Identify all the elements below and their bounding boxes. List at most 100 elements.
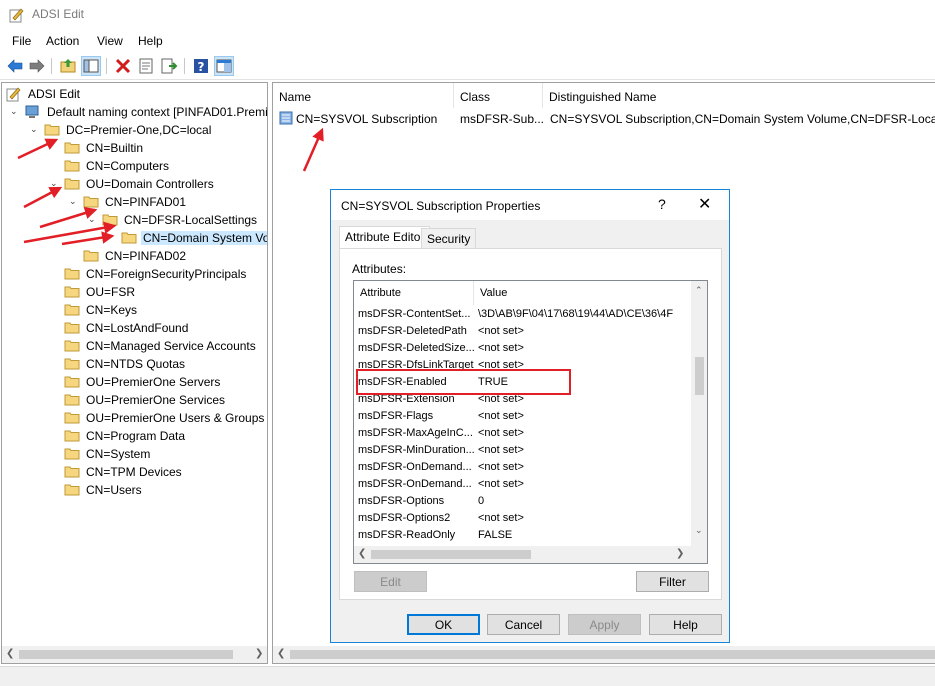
tree-root[interactable]: ADSI Edit [6, 85, 266, 103]
tree-item-cn-pinfad02[interactable]: CN=PINFAD02 [2, 247, 267, 265]
attribute-row[interactable]: msDFSR-Flags <not set> [354, 408, 690, 425]
attribute-vertical-scrollbar[interactable]: ⌃ ⌄ [691, 281, 707, 546]
tree-item-cn-users[interactable]: CN=Users [2, 481, 267, 499]
scroll-up-icon[interactable]: ⌃ [695, 285, 703, 296]
dialog-help-icon[interactable]: ? [658, 196, 666, 212]
column-header-class[interactable]: Class [454, 83, 543, 108]
ok-button[interactable]: OK [407, 614, 480, 635]
attribute-row[interactable]: msDFSR-MinDuration... <not set> [354, 442, 690, 459]
toolbar: ? [0, 53, 935, 80]
scrollbar-thumb[interactable] [19, 650, 233, 659]
attribute-name: msDFSR-DeletedPath [358, 325, 467, 337]
tree-item-cn-tpm-devices[interactable]: CN=TPM Devices [2, 463, 267, 481]
apply-button[interactable]: Apply [568, 614, 641, 635]
highlight-box-annotation [356, 369, 571, 395]
scroll-right-icon[interactable]: ❯ [676, 548, 684, 559]
tree-item-ou-premierone-services[interactable]: OU=PremierOne Services [2, 391, 267, 409]
attribute-row[interactable]: msDFSR-Options2 <not set> [354, 510, 690, 527]
scroll-down-icon[interactable]: ⌄ [695, 525, 703, 536]
tree-item-cn-dfsr-localsettings[interactable]: ⌄ CN=DFSR-LocalSettings [2, 211, 267, 229]
collapse-chevron-icon[interactable]: ⌄ [10, 106, 20, 116]
attribute-list[interactable]: Attribute Value msDFSR-ContentSet... \3D\… [353, 280, 708, 564]
menu-view[interactable]: View [97, 34, 123, 48]
attribute-horizontal-scrollbar[interactable]: ❮ ❯ [354, 546, 707, 563]
collapse-chevron-icon[interactable]: ⌄ [50, 178, 60, 188]
attribute-row[interactable]: msDFSR-OnDemand... <not set> [354, 459, 690, 476]
folder-icon [64, 484, 80, 496]
properties-icon[interactable] [137, 57, 155, 75]
tree-item-dc-premier-one[interactable]: ⌄ DC=Premier-One,DC=local [2, 121, 267, 139]
attribute-row[interactable]: msDFSR-OnDemand... <not set> [354, 476, 690, 493]
tree-item-cn-foreignsecurityprincipals[interactable]: CN=ForeignSecurityPrincipals [2, 265, 267, 283]
attribute-row[interactable]: msDFSR-DeletedSize... <not set> [354, 340, 690, 357]
column-header-distinguished-name[interactable]: Distinguished Name [543, 83, 935, 108]
column-header-name[interactable]: Name [273, 83, 454, 108]
edit-button[interactable]: Edit [354, 571, 427, 592]
back-arrow-icon[interactable] [6, 57, 24, 75]
scrollbar-thumb[interactable] [290, 650, 935, 659]
folder-icon [83, 196, 99, 208]
tree-item-cn-system[interactable]: CN=System [2, 445, 267, 463]
list-horizontal-scrollbar[interactable]: ❮ [273, 646, 935, 663]
tree-pane[interactable]: ADSI Edit ⌄ Default naming context [PINF… [1, 82, 268, 664]
tree-item-label: OU=PremierOne Users & Groups [86, 411, 265, 425]
help-icon[interactable]: ? [192, 57, 210, 75]
menu-help[interactable]: Help [138, 34, 163, 48]
tree-item-cn-lostandfound[interactable]: CN=LostAndFound [2, 319, 267, 337]
delete-icon[interactable] [114, 57, 132, 75]
export-list-icon[interactable] [160, 57, 178, 75]
attribute-value: <not set> [478, 444, 524, 456]
menu-file[interactable]: File [12, 34, 31, 48]
tree-item-cn-builtin[interactable]: CN=Builtin [2, 139, 267, 157]
help-button[interactable]: Help [649, 614, 722, 635]
attribute-value: 0 [478, 495, 485, 507]
attribute-value: \3D\AB\9F\04\17\68\19\44\AD\CE\36\4F [478, 308, 674, 320]
tree-item-cn-program-data[interactable]: CN=Program Data [2, 427, 267, 445]
attribute-row[interactable]: msDFSR-ReadOnly FALSE [354, 527, 690, 544]
attribute-value: <not set> [478, 342, 524, 354]
attribute-row[interactable]: msDFSR-MaxAgeInC... <not set> [354, 425, 690, 442]
scroll-left-icon[interactable]: ❮ [277, 648, 285, 659]
tab-attribute-editor[interactable]: Attribute Editor [339, 226, 431, 249]
collapse-chevron-icon[interactable]: ⌄ [69, 196, 79, 206]
collapse-chevron-icon[interactable]: ⌄ [88, 214, 98, 224]
tree-item-cn-ntds-quotas[interactable]: CN=NTDS Quotas [2, 355, 267, 373]
tree-item-cn-computers[interactable]: CN=Computers [2, 157, 267, 175]
tree-item-default-naming-context[interactable]: ⌄ Default naming context [PINFAD01.Premi… [2, 103, 267, 121]
tree-item-ou-premierone-servers[interactable]: OU=PremierOne Servers [2, 373, 267, 391]
dialog-close-icon[interactable]: ✕ [698, 194, 711, 214]
show-hide-tree-icon[interactable] [81, 56, 101, 76]
tree-item-cn-pinfad01[interactable]: ⌄ CN=PINFAD01 [2, 193, 267, 211]
column-header-attribute[interactable]: Attribute [354, 281, 474, 305]
row-name: CN=SYSVOL Subscription [296, 112, 438, 126]
filter-button[interactable]: Filter [636, 571, 709, 592]
scroll-right-icon[interactable]: ❯ [255, 648, 263, 659]
scrollbar-thumb[interactable] [695, 357, 704, 395]
tree-item-label: CN=PINFAD02 [105, 249, 187, 263]
menu-action[interactable]: Action [46, 34, 79, 48]
attribute-row[interactable]: msDFSR-Options 0 [354, 493, 690, 510]
tree-item-cn-managed-service-accounts[interactable]: CN=Managed Service Accounts [2, 337, 267, 355]
tree-item-label: CN=NTDS Quotas [86, 357, 186, 371]
tree-item-ou-fsr[interactable]: OU=FSR [2, 283, 267, 301]
column-header-value[interactable]: Value [474, 281, 691, 305]
tree-horizontal-scrollbar[interactable]: ❮ ❯ [2, 646, 267, 663]
forward-arrow-icon[interactable] [28, 57, 46, 75]
scrollbar-thumb[interactable] [371, 550, 531, 559]
tab-security[interactable]: Security [421, 228, 477, 248]
tree-item-cn-domain-system-volume[interactable]: CN=Domain System Volume [2, 229, 267, 247]
tree-item-ou-domain-controllers[interactable]: ⌄ OU=Domain Controllers [2, 175, 267, 193]
up-folder-icon[interactable] [59, 57, 77, 75]
attribute-row[interactable]: msDFSR-ContentSet... \3D\AB\9F\04\17\68\1… [354, 306, 690, 323]
collapse-chevron-icon[interactable]: ⌄ [30, 124, 40, 134]
scroll-left-icon[interactable]: ❮ [358, 548, 366, 559]
list-row[interactable]: CN=SYSVOL Subscription msDFSR-Sub... CN=… [273, 109, 935, 127]
cancel-button[interactable]: Cancel [487, 614, 560, 635]
attribute-row[interactable]: msDFSR-DeletedPath <not set> [354, 323, 690, 340]
console-view-icon[interactable] [214, 56, 234, 76]
tree-item-cn-keys[interactable]: CN=Keys [2, 301, 267, 319]
scroll-left-icon[interactable]: ❮ [6, 648, 14, 659]
attribute-name: msDFSR-OnDemand... [358, 478, 472, 490]
tree-item-ou-premierone-users-groups[interactable]: OU=PremierOne Users & Groups [2, 409, 267, 427]
row-dn: CN=SYSVOL Subscription,CN=Domain System … [550, 112, 935, 126]
